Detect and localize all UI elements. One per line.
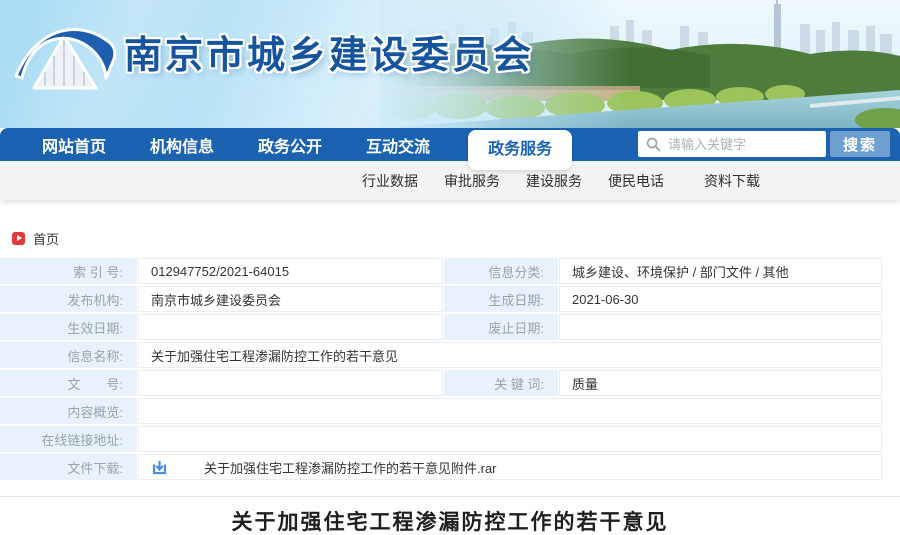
online-link-value bbox=[138, 426, 882, 452]
info-name-label: 信息名称: bbox=[0, 342, 137, 368]
subnav-item-construction-services[interactable]: 建设服务 bbox=[526, 171, 582, 191]
content-overview-value bbox=[138, 398, 882, 424]
keywords-label: 关 键 词: bbox=[444, 370, 558, 396]
site-title: 南京市城乡建设委员会 bbox=[124, 24, 534, 79]
table-row: 发布机构: 南京市城乡建设委员会 生成日期: 2021-06-30 bbox=[0, 286, 882, 312]
file-download-cell: 关于加强住宅工程渗漏防控工作的若干意见附件.rar bbox=[138, 454, 882, 480]
search-input[interactable] bbox=[668, 137, 818, 152]
nav-item-gov-services-active-tab[interactable]: 政务服务 bbox=[468, 130, 572, 170]
main-navbar: 网站首页 机构信息 政务公开 互动交流 政务服务 搜索 bbox=[0, 128, 900, 161]
breadcrumb-home-link[interactable]: 首页 bbox=[33, 229, 59, 248]
doc-number-label: 文 号: bbox=[0, 370, 137, 396]
table-row: 内容概览: bbox=[0, 398, 882, 424]
info-name-value: 关于加强住宅工程渗漏防控工作的若干意见 bbox=[138, 342, 882, 368]
abolish-date-value bbox=[559, 314, 882, 340]
nav-item-home[interactable]: 网站首页 bbox=[42, 133, 106, 157]
index-number-label: 索 引 号: bbox=[0, 258, 137, 284]
subnav-item-convenience-phone[interactable]: 便民电话 bbox=[608, 171, 664, 191]
info-category-value: 城乡建设、环境保护 / 部门文件 / 其他 bbox=[559, 258, 882, 284]
breadcrumb: 首页 bbox=[12, 229, 59, 248]
table-row: 信息名称: 关于加强住宅工程渗漏防控工作的若干意见 bbox=[0, 342, 882, 368]
page: 南京市城乡建设委员会 网站首页 机构信息 政务公开 互动交流 政务服务 搜索 行… bbox=[0, 0, 900, 535]
doc-number-value bbox=[138, 370, 443, 396]
table-row: 文件下载: 关于加强住宅工程渗漏防控工作的若干意见附件.rar bbox=[0, 454, 882, 480]
table-row: 索 引 号: 012947752/2021-64015 信息分类: 城乡建设、环… bbox=[0, 258, 882, 284]
sub-navbar: 行业数据 审批服务 建设服务 便民电话 资料下载 bbox=[0, 161, 900, 200]
subnav-item-industry-data[interactable]: 行业数据 bbox=[362, 171, 418, 191]
effective-date-value bbox=[138, 314, 443, 340]
search-icon bbox=[646, 137, 661, 152]
info-category-label: 信息分类: bbox=[444, 258, 558, 284]
search-button[interactable]: 搜索 bbox=[830, 131, 890, 157]
attachment: 关于加强住宅工程渗漏防控工作的若干意见附件.rar bbox=[151, 458, 497, 477]
attachment-file-link[interactable]: 关于加强住宅工程渗漏防控工作的若干意见附件.rar bbox=[204, 458, 497, 477]
subnav-item-downloads[interactable]: 资料下载 bbox=[704, 171, 760, 191]
table-row: 文 号: 关 键 词: 质量 bbox=[0, 370, 882, 396]
publish-date-label: 生成日期: bbox=[444, 286, 558, 312]
document-body-section: 关于加强住宅工程渗漏防控工作的若干意见 bbox=[0, 496, 900, 535]
keywords-value: 质量 bbox=[559, 370, 882, 396]
effective-date-label: 生效日期: bbox=[0, 314, 137, 340]
abolish-date-label: 废止日期: bbox=[444, 314, 558, 340]
publisher-value: 南京市城乡建设委员会 bbox=[138, 286, 443, 312]
table-row: 生效日期: 废止日期: bbox=[0, 314, 882, 340]
header-banner: 南京市城乡建设委员会 bbox=[0, 0, 900, 128]
site-logo-bridge-icon bbox=[12, 14, 118, 100]
file-download-label: 文件下载: bbox=[0, 454, 137, 480]
subnav-item-approval-services[interactable]: 审批服务 bbox=[444, 171, 500, 191]
nav-item-gov-affairs[interactable]: 政务公开 bbox=[258, 133, 322, 157]
download-icon[interactable] bbox=[151, 459, 168, 476]
publisher-label: 发布机构: bbox=[0, 286, 137, 312]
online-link-label: 在线链接地址: bbox=[0, 426, 137, 452]
table-row: 在线链接地址: bbox=[0, 426, 882, 452]
document-title: 关于加强住宅工程渗漏防控工作的若干意见 bbox=[0, 506, 900, 535]
document-info-table: 索 引 号: 012947752/2021-64015 信息分类: 城乡建设、环… bbox=[0, 258, 882, 480]
index-number-value: 012947752/2021-64015 bbox=[138, 258, 443, 284]
nav-item-org-info[interactable]: 机构信息 bbox=[150, 133, 214, 157]
search-area: 搜索 bbox=[638, 131, 890, 157]
content-overview-label: 内容概览: bbox=[0, 398, 137, 424]
home-marker-icon bbox=[12, 232, 25, 245]
publish-date-value: 2021-06-30 bbox=[559, 286, 882, 312]
search-box bbox=[638, 131, 826, 157]
nav-item-interaction[interactable]: 互动交流 bbox=[366, 133, 430, 157]
